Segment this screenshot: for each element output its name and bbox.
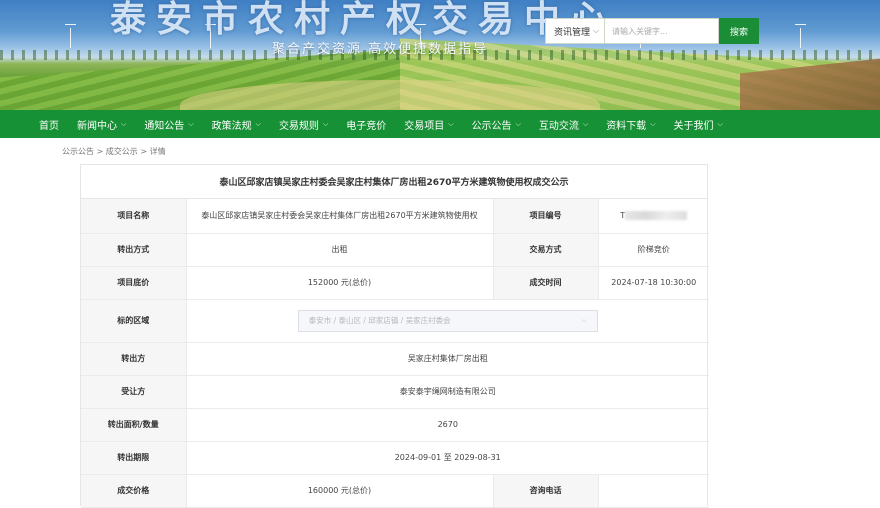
table-row: 转出方 吴家庄村集体厂房出租	[81, 342, 709, 376]
chevron-down-icon: ⌵	[121, 119, 127, 128]
nav-item-news[interactable]: 新闻中心 ⌵	[68, 110, 135, 138]
nav-item-label: 交易项目	[404, 120, 445, 132]
table-row: 转出面积/数量 2670	[81, 408, 709, 442]
value-area: 2670	[186, 408, 709, 442]
label-listing-price: 项目底价	[81, 266, 187, 300]
table-row: 成交价格 160000 元(总价) 咨询电话	[81, 474, 709, 508]
nav-item-notices[interactable]: 通知公告 ⌵	[135, 110, 202, 138]
nav-item-home[interactable]: 首页	[30, 110, 68, 138]
value-trade-method: 阶梯竞价	[598, 233, 709, 267]
table-row: 项目名称 泰山区邱家店镇吴家庄村委会吴家庄村集体厂房出租2670平方米建筑物使用…	[81, 199, 709, 234]
search-category-label: 资讯管理	[554, 27, 591, 38]
nav-item-label: 政策法规	[211, 120, 252, 132]
nav-item-projects[interactable]: 交易项目 ⌵	[395, 110, 462, 138]
site-banner: 泰安市农村产权交易中心 聚合产交资源 高效便捷数据指导 资讯管理 ⌵ 搜索	[0, 0, 880, 110]
main-nav: 首页 新闻中心 ⌵ 通知公告 ⌵ 政策法规 ⌵ 交易规则 ⌵ 电子竞价 交易项目 ⌵ 公示…	[0, 110, 880, 138]
wind-turbine-icon	[65, 24, 76, 48]
label-transferee: 受让方	[81, 375, 187, 409]
search-input[interactable]	[605, 18, 719, 44]
chevron-down-icon: ⌵	[717, 119, 723, 128]
region-cascader[interactable]: 泰安市 / 泰山区 / 邱家店镇 / 吴家庄村委会 ⌵	[297, 309, 598, 332]
nav-item-label: 关于我们	[673, 120, 714, 132]
site-title: 泰安市农村产权交易中心	[110, 0, 617, 40]
breadcrumb: 公示公告 > 成交公示 > 详情	[62, 147, 166, 156]
nav-item-label: 资料下载	[606, 120, 647, 132]
table-row: 受让方 泰安泰宇绳网制造有限公司	[81, 375, 709, 409]
label-transferor: 转出方	[81, 342, 187, 376]
chevron-down-icon: ⌵	[581, 316, 587, 324]
nav-item-interaction[interactable]: 互动交流 ⌵	[530, 110, 597, 138]
wind-turbine-icon	[795, 24, 806, 48]
site-slogan: 聚合产交资源 高效便捷数据指导	[272, 42, 489, 57]
nav-item-label: 公示公告	[471, 120, 512, 132]
nav-item-announcements[interactable]: 公示公告 ⌵	[463, 110, 530, 138]
value-period: 2024-09-01 至 2029-08-31	[186, 441, 709, 475]
label-period: 转出期限	[81, 441, 187, 475]
chevron-down-icon: ⌵	[515, 119, 521, 128]
chevron-down-icon: ⌵	[448, 119, 454, 128]
value-project-no-cell: T	[598, 199, 709, 234]
table-row: 标的区域 泰安市 / 泰山区 / 邱家店镇 / 吴家庄村委会 ⌵	[81, 299, 709, 343]
label-transfer-method: 转出方式	[81, 233, 187, 267]
label-project-no: 项目编号	[493, 199, 599, 234]
nav-item-label: 首页	[39, 120, 59, 132]
nav-item-label: 新闻中心	[77, 120, 117, 132]
value-listing-price: 152000 元(总价)	[186, 266, 494, 300]
chevron-down-icon: ⌵	[188, 119, 194, 128]
value-deal-price: 160000 元(总价)	[186, 474, 494, 508]
table-row: 转出方式 出租 交易方式 阶梯竞价	[81, 233, 709, 267]
nav-item-label: 交易规则	[278, 120, 319, 132]
nav-item-downloads[interactable]: 资料下载 ⌵	[597, 110, 664, 138]
chevron-down-icon: ⌵	[322, 119, 329, 128]
nav-item-label: 互动交流	[538, 120, 579, 132]
chevron-down-icon: ⌵	[593, 26, 600, 35]
chevron-down-icon: ⌵	[650, 119, 656, 128]
page-title: 泰山区邱家店镇吴家庄村委会吴家庄村集体厂房出租2670平方米建筑物使用权成交公示	[81, 165, 707, 199]
region-cascader-value: 泰安市 / 泰山区 / 邱家店镇 / 吴家庄村委会	[308, 316, 451, 325]
label-deal-price: 成交价格	[81, 474, 187, 508]
chevron-down-icon: ⌵	[582, 119, 589, 128]
value-transfer-method: 出租	[186, 233, 494, 267]
value-deal-time: 2024-07-18 10:30:00	[598, 266, 709, 300]
redacted-blur	[625, 211, 688, 221]
label-region: 标的区域	[81, 299, 187, 343]
chevron-down-icon: ⌵	[255, 119, 261, 128]
value-phone	[598, 474, 709, 508]
search-bar: 资讯管理 ⌵ 搜索	[545, 18, 759, 44]
label-deal-time: 成交时间	[493, 266, 599, 300]
nav-item-bidding[interactable]: 电子竞价	[337, 110, 395, 138]
value-transferor: 吴家庄村集体厂房出租	[186, 342, 709, 376]
nav-item-label: 电子竞价	[346, 120, 387, 132]
label-area: 转出面积/数量	[81, 408, 187, 442]
detail-panel: 泰山区邱家店镇吴家庄村委会吴家庄村集体厂房出租2670平方米建筑物使用权成交公示…	[80, 164, 709, 508]
label-project-name: 项目名称	[81, 199, 187, 234]
table-row: 转出期限 2024-09-01 至 2029-08-31	[81, 441, 709, 475]
nav-item-rules[interactable]: 交易规则 ⌵	[270, 110, 337, 138]
search-category-select[interactable]: 资讯管理 ⌵	[545, 18, 605, 44]
table-row: 项目底价 152000 元(总价) 成交时间 2024-07-18 10:30:…	[81, 266, 709, 300]
nav-item-about[interactable]: 关于我们 ⌵	[665, 110, 732, 138]
label-phone: 咨询电话	[493, 474, 599, 508]
label-trade-method: 交易方式	[493, 233, 599, 267]
nav-item-label: 通知公告	[144, 120, 185, 132]
value-region-cell: 泰安市 / 泰山区 / 邱家店镇 / 吴家庄村委会 ⌵	[186, 299, 709, 343]
value-project-name: 泰山区邱家店镇吴家庄村委会吴家庄村集体厂房出租2670平方米建筑物使用权	[186, 199, 494, 234]
nav-item-policies[interactable]: 政策法规 ⌵	[203, 110, 270, 138]
search-button[interactable]: 搜索	[719, 18, 759, 44]
value-transferee: 泰安泰宇绳网制造有限公司	[186, 375, 709, 409]
detail-table: 项目名称 泰山区邱家店镇吴家庄村委会吴家庄村集体厂房出租2670平方米建筑物使用…	[81, 199, 709, 508]
